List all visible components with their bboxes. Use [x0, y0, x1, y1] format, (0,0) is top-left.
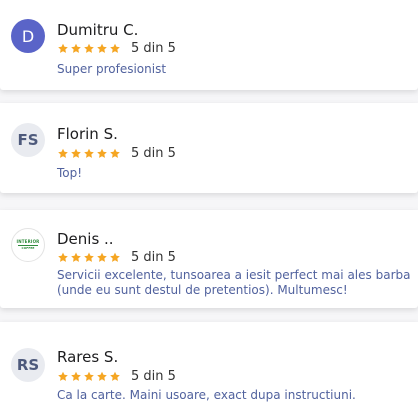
rating-score: 5 din 5	[131, 40, 176, 56]
avatar: D	[11, 19, 45, 53]
rating-row: 5 din 5	[57, 368, 176, 384]
star-icon	[84, 148, 94, 158]
star-rating	[57, 371, 122, 382]
rating-score: 5 din 5	[131, 249, 176, 265]
review-card: RS Rares S. 5 din 5 Ca la carte. Maini u…	[0, 322, 418, 417]
star-icon	[97, 148, 107, 158]
review-card: D Dumitru C. 5 din 5 Super profesionist	[0, 0, 418, 90]
star-icon	[84, 252, 94, 262]
star-icon	[58, 371, 68, 381]
reviewer-name: Dumitru C.	[57, 21, 139, 39]
star-rating	[57, 252, 122, 263]
star-rating	[57, 148, 122, 159]
star-icon	[110, 43, 120, 53]
review-card: INTERIOR COFFEE Denis .. 5 din 5 Servici…	[0, 210, 418, 308]
reviewer-name: Florin S.	[57, 125, 118, 143]
review-card: FS Florin S. 5 din 5 Top!	[0, 103, 418, 193]
review-comment: Servicii excelente, tunsoarea a iesit pe…	[57, 268, 411, 297]
avatar-initials: FS	[17, 131, 39, 149]
rating-row: 5 din 5	[57, 145, 176, 161]
star-icon	[110, 148, 120, 158]
star-icon	[110, 371, 120, 381]
star-icon	[110, 252, 120, 262]
star-icon	[84, 371, 94, 381]
star-icon	[58, 252, 68, 262]
avatar: RS	[11, 348, 45, 382]
star-icon	[97, 371, 107, 381]
avatar-logo-icon: INTERIOR	[16, 239, 40, 244]
star-icon	[97, 43, 107, 53]
star-icon	[58, 148, 68, 158]
star-icon	[71, 43, 81, 53]
reviewer-name: Denis ..	[57, 230, 114, 248]
rating-score: 5 din 5	[131, 145, 176, 161]
star-icon	[71, 252, 81, 262]
avatar-initials: D	[21, 26, 35, 46]
review-comment: Ca la carte. Maini usoare, exact dupa in…	[57, 388, 356, 402]
rating-row: 5 din 5	[57, 40, 176, 56]
avatar: INTERIOR COFFEE	[11, 228, 45, 262]
star-rating	[57, 43, 122, 54]
star-icon	[71, 148, 81, 158]
rating-row: 5 din 5	[57, 249, 176, 265]
star-icon	[97, 252, 107, 262]
avatar: FS	[11, 123, 45, 157]
star-icon	[58, 43, 68, 53]
star-icon	[71, 371, 81, 381]
review-comment: Top!	[57, 166, 83, 180]
avatar-initials: RS	[16, 356, 40, 374]
reviewer-name: Rares S.	[57, 348, 119, 366]
star-icon	[84, 43, 94, 53]
rating-score: 5 din 5	[131, 368, 176, 384]
review-comment: Super profesionist	[57, 62, 167, 76]
